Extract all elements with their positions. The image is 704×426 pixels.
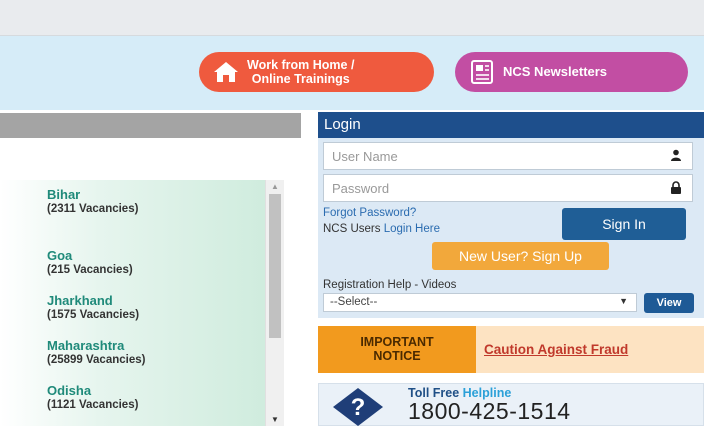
section-header	[0, 113, 301, 138]
view-button[interactable]: View	[644, 293, 694, 313]
state-vacancies: (25899 Vacancies)	[47, 354, 146, 366]
online-trainings-text: Online Trainings	[251, 72, 350, 86]
login-here-link[interactable]: Login Here	[384, 223, 440, 235]
scrollbar-thumb[interactable]	[269, 194, 281, 338]
work-from-home-label: Work from Home / Online Trainings	[247, 58, 354, 86]
registration-help-label: Registration Help - Videos	[323, 279, 457, 291]
helpline-number: 1800-425-1514	[408, 398, 571, 424]
login-title: Login	[318, 112, 704, 138]
svg-text:?: ?	[351, 394, 366, 421]
password-placeholder: Password	[332, 181, 390, 196]
important-notice: IMPORTANT NOTICE Caution Against Fraud	[318, 326, 704, 373]
page: Work from Home / Online Trainings NCS Ne…	[0, 0, 704, 426]
question-icon: ?	[333, 388, 383, 426]
scroll-up-icon[interactable]: ▲	[271, 182, 279, 191]
select-value: --Select--	[330, 296, 378, 308]
state-name[interactable]: Bihar	[47, 187, 138, 202]
work-from-home-text: Work from Home /	[247, 58, 355, 72]
house-icon	[213, 61, 239, 83]
state-list	[0, 180, 284, 426]
ncs-newsletters-label: NCS Newsletters	[503, 64, 608, 79]
state-vacancies: (215 Vacancies)	[47, 264, 133, 276]
username-placeholder: User Name	[332, 149, 398, 164]
username-field[interactable]: User Name	[323, 142, 693, 170]
ncs-users-label: NCS Users	[323, 223, 381, 235]
sign-up-button[interactable]: New User? Sign Up	[432, 242, 609, 270]
list-item[interactable]: Jharkhand (1575 Vacancies)	[47, 293, 139, 323]
top-bar	[0, 0, 704, 36]
notice-label: IMPORTANT NOTICE	[318, 326, 476, 373]
state-name[interactable]: Jharkhand	[47, 293, 139, 308]
state-name[interactable]: Goa	[47, 248, 133, 263]
lock-icon	[670, 181, 682, 197]
state-vacancies: (2311 Vacancies)	[47, 203, 139, 215]
scrollbar[interactable]: ▲ ▼	[265, 180, 284, 426]
scroll-down-icon[interactable]: ▼	[271, 415, 279, 424]
forgot-password-link[interactable]: Forgot Password?	[323, 207, 416, 219]
chevron-down-icon: ▼	[619, 296, 628, 306]
state-name[interactable]: Odisha	[47, 383, 138, 398]
registration-video-select[interactable]: --Select-- ▼	[323, 293, 637, 312]
state-vacancies: (1121 Vacancies)	[47, 399, 139, 411]
newsletter-icon	[471, 60, 493, 84]
list-item[interactable]: Odisha (1121 Vacancies)	[47, 383, 138, 413]
password-field[interactable]: Password	[323, 174, 693, 202]
ncs-newsletters-button[interactable]: NCS Newsletters	[455, 52, 688, 92]
work-from-home-button[interactable]: Work from Home / Online Trainings	[199, 52, 434, 92]
sign-in-button[interactable]: Sign In	[562, 208, 686, 240]
ncs-users-text: NCS Users Login Here	[323, 223, 440, 235]
caution-against-fraud-link[interactable]: Caution Against Fraud	[484, 342, 628, 357]
list-item[interactable]: Maharashtra (25899 Vacancies)	[47, 338, 145, 368]
user-icon	[670, 149, 682, 164]
list-item[interactable]: Goa (215 Vacancies)	[47, 248, 133, 278]
list-item[interactable]: Bihar (2311 Vacancies)	[47, 187, 138, 217]
state-vacancies: (1575 Vacancies)	[47, 309, 140, 321]
notice-label-line2: NOTICE	[373, 349, 421, 363]
notice-label-line1: IMPORTANT	[360, 335, 434, 349]
state-name[interactable]: Maharashtra	[47, 338, 145, 353]
